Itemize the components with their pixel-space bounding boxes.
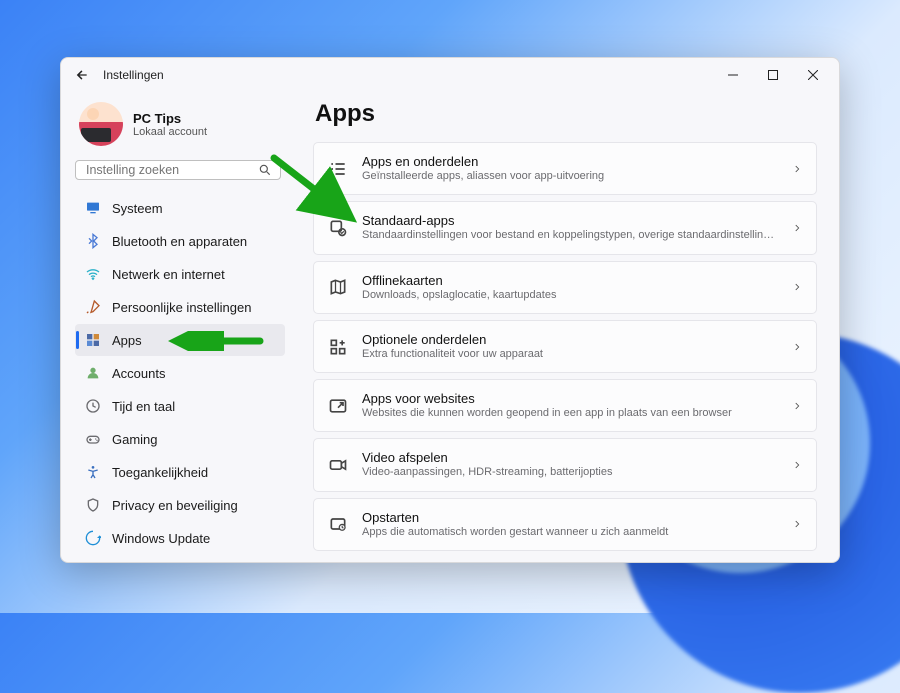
card-title: Apps voor websites — [362, 391, 778, 406]
chevron-right-icon — [792, 164, 802, 174]
close-button[interactable] — [793, 61, 833, 89]
chevron-right-icon — [792, 223, 802, 233]
sidebar-item-label: Tijd en taal — [112, 399, 175, 414]
page-title: Apps — [315, 100, 817, 128]
window-title: Instellingen — [103, 68, 713, 82]
sidebar-item-netwerk-en-internet[interactable]: Netwerk en internet — [75, 258, 285, 290]
settings-card-optionele-onderdelen[interactable]: Optionele onderdelen Extra functionalite… — [313, 320, 817, 373]
card-subtitle: Downloads, opslaglocatie, kaartupdates — [362, 288, 778, 302]
profile-name: PC Tips — [133, 111, 207, 126]
card-title: Standaard-apps — [362, 213, 778, 228]
nav-list: Systeem Bluetooth en apparaten Netwerk en … — [75, 192, 285, 554]
sidebar-item-accounts[interactable]: Accounts — [75, 357, 285, 389]
sidebar: PC Tips Lokaal account Systeem Bluetooth … — [61, 92, 293, 562]
sidebar-item-label: Accounts — [112, 366, 165, 381]
sidebar-item-label: Bluetooth en apparaten — [112, 234, 247, 249]
card-subtitle: Geïnstalleerde apps, aliassen voor app-u… — [362, 169, 778, 183]
minimize-button[interactable] — [713, 61, 753, 89]
titlebar: Instellingen — [61, 58, 839, 92]
person-icon — [85, 365, 101, 381]
profile-subtitle: Lokaal account — [133, 126, 207, 138]
list-icon — [328, 159, 348, 179]
bluetooth-icon — [85, 233, 101, 249]
search-box[interactable] — [75, 160, 281, 180]
brush-icon — [85, 299, 101, 315]
sidebar-item-tijd-en-taal[interactable]: Tijd en taal — [75, 390, 285, 422]
chevron-right-icon — [792, 519, 802, 529]
avatar — [79, 102, 123, 146]
sidebar-item-label: Netwerk en internet — [112, 267, 225, 282]
main-content: Apps Apps en onderdelen Geïnstalleerde a… — [293, 92, 839, 562]
card-subtitle: Extra functionaliteit voor uw apparaat — [362, 347, 778, 361]
sidebar-item-apps[interactable]: Apps — [75, 324, 285, 356]
sidebar-item-bluetooth-en-apparaten[interactable]: Bluetooth en apparaten — [75, 225, 285, 257]
maximize-button[interactable] — [753, 61, 793, 89]
sidebar-item-toegankelijkheid[interactable]: Toegankelijkheid — [75, 456, 285, 488]
settings-card-video-afspelen[interactable]: Video afspelen Video-aanpassingen, HDR-s… — [313, 438, 817, 491]
card-subtitle: Apps die automatisch worden gestart wann… — [362, 525, 778, 539]
sidebar-item-gaming[interactable]: Gaming — [75, 423, 285, 455]
sidebar-item-systeem[interactable]: Systeem — [75, 192, 285, 224]
clock-icon — [85, 398, 101, 414]
back-button[interactable] — [75, 68, 93, 82]
card-subtitle: Video-aanpassingen, HDR-streaming, batte… — [362, 465, 778, 479]
accessibility-icon — [85, 464, 101, 480]
update-icon — [85, 530, 101, 546]
sidebar-item-privacy-en-beveiliging[interactable]: Privacy en beveiliging — [75, 489, 285, 521]
add-grid-icon — [328, 337, 348, 357]
profile-block[interactable]: PC Tips Lokaal account — [75, 98, 285, 158]
settings-card-apps-voor-websites[interactable]: Apps voor websites Websites die kunnen w… — [313, 379, 817, 432]
startup-icon — [328, 514, 348, 534]
card-title: Video afspelen — [362, 450, 778, 465]
chevron-right-icon — [792, 282, 802, 292]
map-icon — [328, 277, 348, 297]
sidebar-item-label: Persoonlijke instellingen — [112, 300, 251, 315]
default-icon — [328, 218, 348, 238]
card-subtitle: Standaardinstellingen voor bestand en ko… — [362, 228, 778, 242]
chevron-right-icon — [792, 342, 802, 352]
search-icon — [258, 163, 272, 177]
sidebar-item-persoonlijke-instellingen[interactable]: Persoonlijke instellingen — [75, 291, 285, 323]
sidebar-item-label: Windows Update — [112, 531, 210, 546]
link-icon — [328, 396, 348, 416]
wifi-icon — [85, 266, 101, 282]
monitor-icon — [85, 200, 101, 216]
settings-window: Instellingen PC Tips Lokaal account Syst… — [60, 57, 840, 563]
card-title: Offlinekaarten — [362, 273, 778, 288]
back-arrow-icon — [75, 68, 89, 82]
card-title: Opstarten — [362, 510, 778, 525]
gamepad-icon — [85, 431, 101, 447]
sidebar-item-label: Privacy en beveiliging — [112, 498, 238, 513]
apps-icon — [85, 332, 101, 348]
shield-icon — [85, 497, 101, 513]
card-title: Apps en onderdelen — [362, 154, 778, 169]
sidebar-item-label: Systeem — [112, 201, 163, 216]
sidebar-item-label: Gaming — [112, 432, 158, 447]
search-input[interactable] — [86, 163, 258, 177]
chevron-right-icon — [792, 460, 802, 470]
settings-card-opstarten[interactable]: Opstarten Apps die automatisch worden ge… — [313, 498, 817, 551]
cards-list: Apps en onderdelen Geïnstalleerde apps, … — [313, 142, 817, 551]
settings-card-standaard-apps[interactable]: Standaard-apps Standaardinstellingen voo… — [313, 201, 817, 254]
settings-card-apps-en-onderdelen[interactable]: Apps en onderdelen Geïnstalleerde apps, … — [313, 142, 817, 195]
sidebar-item-label: Apps — [112, 333, 142, 348]
sidebar-item-windows-update[interactable]: Windows Update — [75, 522, 285, 554]
settings-card-offlinekaarten[interactable]: Offlinekaarten Downloads, opslaglocatie,… — [313, 261, 817, 314]
card-subtitle: Websites die kunnen worden geopend in ee… — [362, 406, 778, 420]
card-title: Optionele onderdelen — [362, 332, 778, 347]
video-icon — [328, 455, 348, 475]
chevron-right-icon — [792, 401, 802, 411]
sidebar-item-label: Toegankelijkheid — [112, 465, 208, 480]
